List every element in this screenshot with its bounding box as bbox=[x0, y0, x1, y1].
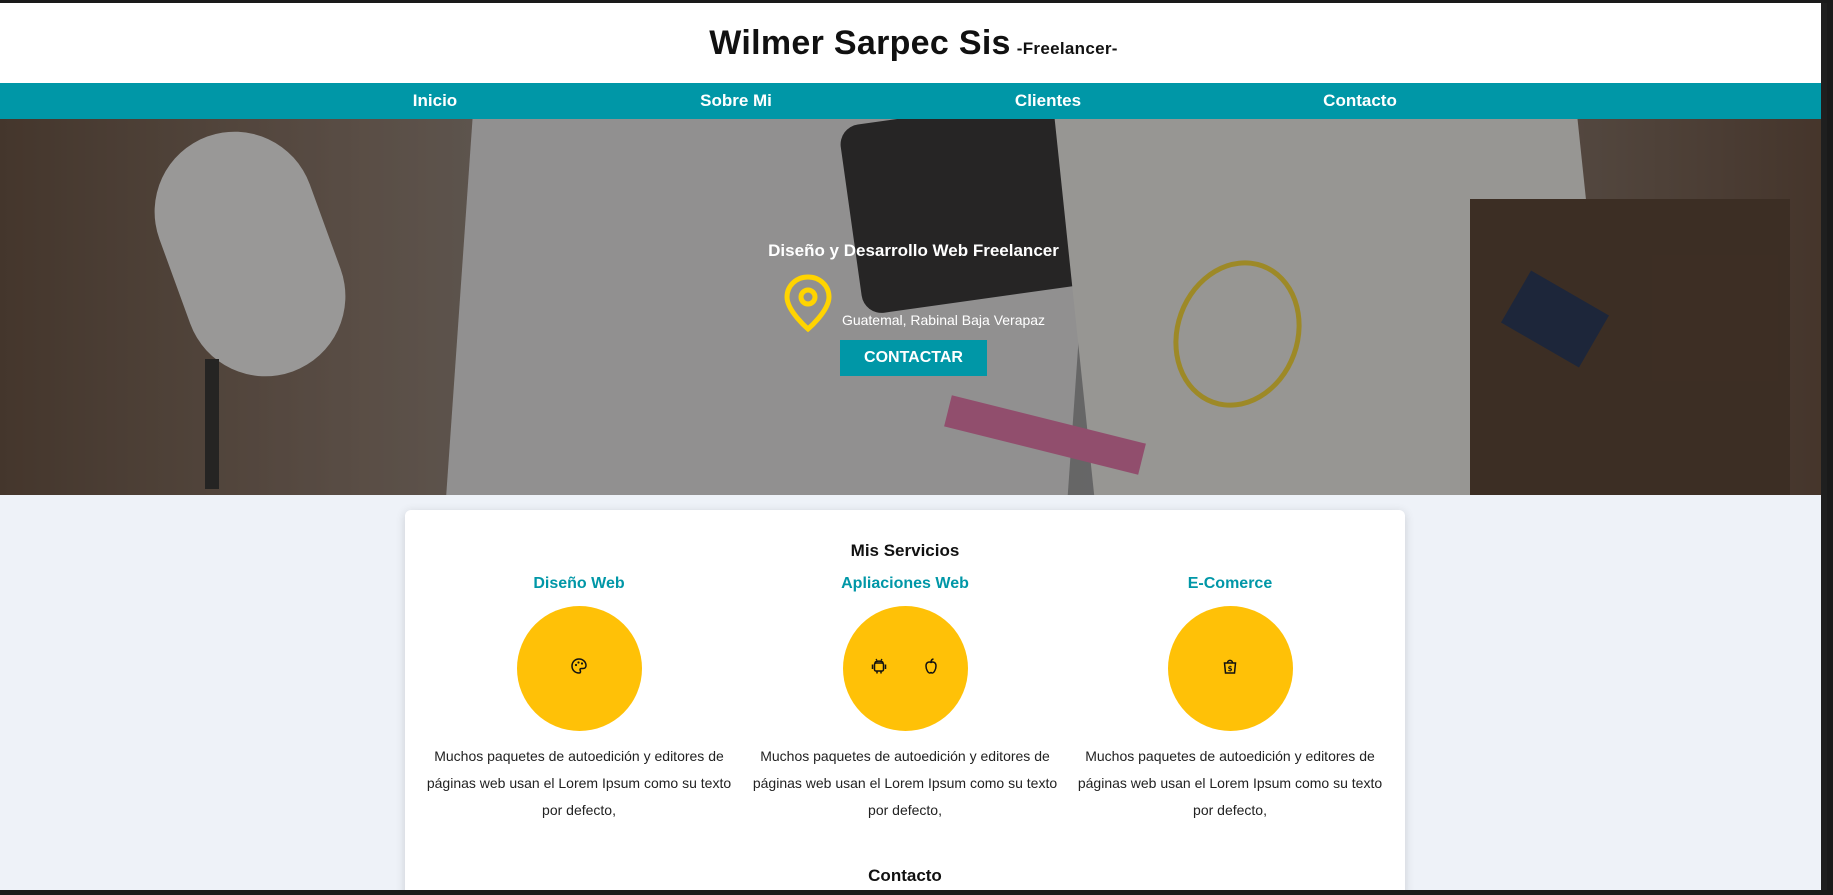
svg-text:$: $ bbox=[1228, 665, 1233, 673]
service-title: Diseño Web bbox=[533, 575, 625, 592]
services-card: Mis Servicios Diseño Web Muchos paquetes… bbox=[405, 510, 1405, 890]
service-description: Muchos paquetes de autoedición y editore… bbox=[1077, 748, 1383, 818]
android-icon bbox=[870, 657, 888, 680]
service-item-aplicaciones-web: Apliaciones Web Muchos paquetes de autoe… bbox=[745, 575, 1065, 824]
hero-location: Guatemal, Rabinal Baja Verapaz bbox=[0, 273, 1827, 336]
site-header: Wilmer Sarpec Sis -Freelancer- bbox=[0, 3, 1827, 83]
service-description: Muchos paquetes de autoedición y editore… bbox=[752, 748, 1058, 818]
browser-viewport: Wilmer Sarpec Sis -Freelancer- Inicio Sob… bbox=[0, 3, 1827, 890]
nav-item-contacto[interactable]: Contacto bbox=[1323, 83, 1397, 119]
nav-item-clientes[interactable]: Clientes bbox=[1015, 83, 1081, 119]
nav-item-inicio[interactable]: Inicio bbox=[413, 83, 457, 119]
service-item-diseno-web: Diseño Web Muchos paquetes de autoedició… bbox=[419, 575, 739, 824]
contact-button[interactable]: CONTACTAR bbox=[840, 340, 987, 376]
map-pin-icon bbox=[782, 273, 834, 336]
service-title: Apliaciones Web bbox=[841, 575, 969, 592]
contact-section-title: Contacto bbox=[868, 866, 942, 885]
palette-icon bbox=[570, 657, 588, 680]
site-name: Wilmer Sarpec Sis bbox=[709, 23, 1011, 62]
nav-item-sobre-mi[interactable]: Sobre Mi bbox=[700, 83, 772, 119]
service-title: E-Comerce bbox=[1187, 575, 1273, 592]
site-brand: Wilmer Sarpec Sis -Freelancer- bbox=[709, 24, 1117, 63]
main-nav: Inicio Sobre Mi Clientes Contacto bbox=[0, 83, 1827, 119]
service-description: Muchos paquetes de autoedición y editore… bbox=[426, 748, 732, 818]
shopping-bag-icon: $ bbox=[1221, 657, 1239, 680]
service-icon-circle bbox=[516, 606, 642, 731]
hero-location-text: Guatemal, Rabinal Baja Verapaz bbox=[841, 312, 1046, 328]
site-tagline: -Freelancer- bbox=[1016, 38, 1118, 58]
hero-content: Diseño y Desarrollo Web Freelancer Guate… bbox=[0, 241, 1827, 376]
service-icon-circle bbox=[842, 606, 968, 731]
service-item-e-comerce: E-Comerce $ Muchos paquetes de autoedici… bbox=[1070, 575, 1390, 824]
service-icon-circle: $ bbox=[1167, 606, 1293, 731]
services-list: Diseño Web Muchos paquetes de autoedició… bbox=[405, 561, 1405, 861]
hero-section: Diseño y Desarrollo Web Freelancer Guate… bbox=[0, 119, 1827, 495]
apple-icon bbox=[922, 657, 940, 680]
services-title: Mis Servicios bbox=[850, 541, 960, 560]
hero-title: Diseño y Desarrollo Web Freelancer bbox=[768, 241, 1059, 260]
